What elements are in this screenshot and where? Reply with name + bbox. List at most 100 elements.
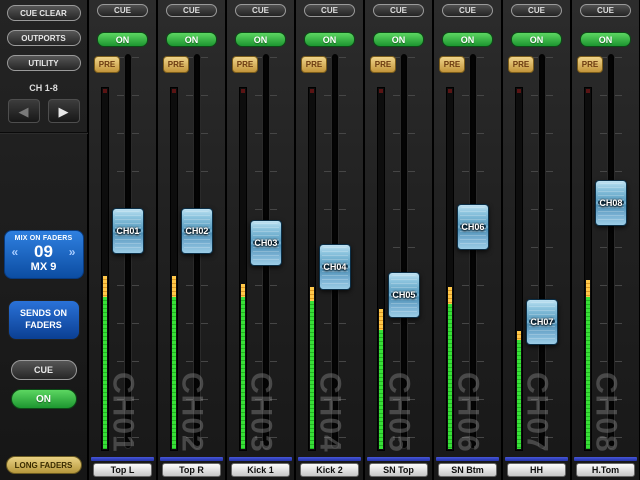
mix-number: 09 bbox=[34, 242, 53, 262]
long-faders-button[interactable]: LONG FADERS bbox=[6, 456, 82, 474]
pre-indicator[interactable]: PRE bbox=[94, 56, 120, 73]
fader-cap[interactable]: CH06 bbox=[457, 204, 489, 250]
channel-strips: CUE ON PRE CH01 CH01 Top L bbox=[88, 0, 640, 480]
channel-cue-button[interactable]: CUE bbox=[373, 4, 424, 17]
channel-cue-button[interactable]: CUE bbox=[442, 4, 493, 17]
channel-cue-button[interactable]: CUE bbox=[580, 4, 631, 17]
channel-color-bar bbox=[436, 457, 499, 461]
fader-cap-label: CH08 bbox=[596, 198, 626, 208]
channel-number-watermark: CH07 bbox=[520, 372, 554, 453]
channel-on-button[interactable]: ON bbox=[373, 32, 424, 47]
channel-on-button[interactable]: ON bbox=[511, 32, 562, 47]
pre-indicator[interactable]: PRE bbox=[232, 56, 258, 73]
fader-cap-label: CH03 bbox=[251, 238, 281, 248]
sidebar-on-button[interactable]: ON bbox=[11, 389, 77, 409]
channel-strip: CUE ON PRE CH01 CH01 Top L bbox=[89, 0, 156, 480]
channel-fader-area: PRE CH05 CH05 bbox=[365, 47, 432, 457]
meter-peak-segment bbox=[103, 276, 107, 298]
sends-on-faders-button[interactable]: SENDS ON FADERS bbox=[8, 300, 80, 340]
channel-color-bar bbox=[574, 457, 637, 461]
pre-indicator[interactable]: PRE bbox=[163, 56, 189, 73]
sidebar: CUE CLEAR OUTPORTS UTILITY CH 1-8 ◀ ▶ MI… bbox=[0, 0, 88, 480]
utility-button[interactable]: UTILITY bbox=[7, 55, 81, 71]
fader-cap[interactable]: CH01 bbox=[112, 208, 144, 254]
channel-on-button[interactable]: ON bbox=[235, 32, 286, 47]
channel-fader-area: PRE CH06 CH06 bbox=[434, 47, 501, 457]
fader-cap[interactable]: CH08 bbox=[595, 180, 627, 226]
fader-cap[interactable]: CH07 bbox=[526, 299, 558, 345]
channel-name[interactable]: Top R bbox=[162, 463, 221, 477]
meter-peak-segment bbox=[448, 287, 452, 305]
channel-strip: CUE ON PRE CH04 CH04 Kick bbox=[296, 0, 363, 480]
channel-on-button[interactable]: ON bbox=[442, 32, 493, 47]
channel-name[interactable]: Top L bbox=[93, 463, 152, 477]
channel-fader-area: PRE CH07 CH07 bbox=[503, 47, 570, 457]
clip-indicator bbox=[310, 89, 314, 93]
channel-on-button[interactable]: ON bbox=[304, 32, 355, 47]
mixer-app: CUE CLEAR OUTPORTS UTILITY CH 1-8 ◀ ▶ MI… bbox=[0, 0, 640, 480]
clip-indicator bbox=[379, 89, 383, 93]
meter-peak-segment bbox=[379, 309, 383, 331]
mix-prev-icon[interactable]: « bbox=[12, 245, 19, 259]
channel-number-watermark: CH02 bbox=[175, 372, 209, 453]
channel-strip: CUE ON PRE CH05 CH05 SN To bbox=[365, 0, 432, 480]
channel-cue-button[interactable]: CUE bbox=[97, 4, 148, 17]
fader-cap[interactable]: CH03 bbox=[250, 220, 282, 266]
pre-indicator[interactable]: PRE bbox=[508, 56, 534, 73]
channel-color-bar bbox=[91, 457, 154, 461]
channel-name[interactable]: SN Btm bbox=[438, 463, 497, 477]
channel-strip: CUE ON PRE CH03 CH03 Kick bbox=[227, 0, 294, 480]
meter-peak-segment bbox=[241, 284, 245, 298]
fader-cap-label: CH05 bbox=[389, 290, 419, 300]
arrow-right-icon: ▶ bbox=[59, 105, 69, 118]
clip-indicator bbox=[172, 89, 176, 93]
channel-strip: CUE ON PRE CH08 CH08 H.Tom bbox=[572, 0, 639, 480]
channel-number-watermark: CH04 bbox=[313, 372, 347, 453]
channel-cue-button[interactable]: CUE bbox=[166, 4, 217, 17]
mix-name: MX 9 bbox=[7, 261, 81, 273]
channel-cue-button[interactable]: CUE bbox=[511, 4, 562, 17]
bank-next-button[interactable]: ▶ bbox=[48, 99, 80, 123]
channel-name[interactable]: Kick 1 bbox=[231, 463, 290, 477]
pre-indicator[interactable]: PRE bbox=[370, 56, 396, 73]
fader-cap[interactable]: CH02 bbox=[181, 208, 213, 254]
fader-cap[interactable]: CH04 bbox=[319, 244, 351, 290]
pre-indicator[interactable]: PRE bbox=[301, 56, 327, 73]
sidebar-cue-button[interactable]: CUE bbox=[11, 360, 77, 380]
cue-clear-button[interactable]: CUE CLEAR bbox=[7, 5, 81, 21]
meter-peak-segment bbox=[310, 287, 314, 301]
channel-name[interactable]: H.Tom bbox=[576, 463, 635, 477]
channel-cue-button[interactable]: CUE bbox=[304, 4, 355, 17]
channel-name[interactable]: SN Top bbox=[369, 463, 428, 477]
pre-indicator[interactable]: PRE bbox=[577, 56, 603, 73]
meter-peak-segment bbox=[172, 276, 176, 298]
mix-next-icon[interactable]: » bbox=[69, 245, 76, 259]
outports-button[interactable]: OUTPORTS bbox=[7, 30, 81, 46]
channel-strip: CUE ON PRE CH06 CH06 SN Bt bbox=[434, 0, 501, 480]
channel-name[interactable]: HH bbox=[507, 463, 566, 477]
fader-cap-label: CH07 bbox=[527, 317, 557, 327]
channel-color-bar bbox=[229, 457, 292, 461]
channel-on-button[interactable]: ON bbox=[166, 32, 217, 47]
channel-fader-area: PRE CH01 CH01 bbox=[89, 47, 156, 457]
bank-prev-button[interactable]: ◀ bbox=[8, 99, 40, 123]
channel-number-watermark: CH05 bbox=[382, 372, 416, 453]
channel-number-watermark: CH08 bbox=[589, 372, 623, 453]
pre-indicator[interactable]: PRE bbox=[439, 56, 465, 73]
channel-number-watermark: CH06 bbox=[451, 372, 485, 453]
channel-color-bar bbox=[298, 457, 361, 461]
channel-name[interactable]: Kick 2 bbox=[300, 463, 359, 477]
channel-fader-area: PRE CH02 CH02 bbox=[158, 47, 225, 457]
channel-color-bar bbox=[505, 457, 568, 461]
arrow-left-icon: ◀ bbox=[19, 105, 29, 118]
mix-on-faders-panel[interactable]: MIX ON FADERS « 09 » MX 9 bbox=[4, 230, 84, 279]
channel-cue-button[interactable]: CUE bbox=[235, 4, 286, 17]
channel-number-watermark: CH03 bbox=[244, 372, 278, 453]
channel-on-button[interactable]: ON bbox=[97, 32, 148, 47]
fader-cap[interactable]: CH05 bbox=[388, 272, 420, 318]
fader-cap-label: CH04 bbox=[320, 262, 350, 272]
channel-fader-area: PRE CH04 CH04 bbox=[296, 47, 363, 457]
channel-fader-area: PRE CH03 CH03 bbox=[227, 47, 294, 457]
channel-strip: CUE ON PRE CH02 CH02 Top R bbox=[158, 0, 225, 480]
channel-on-button[interactable]: ON bbox=[580, 32, 631, 47]
